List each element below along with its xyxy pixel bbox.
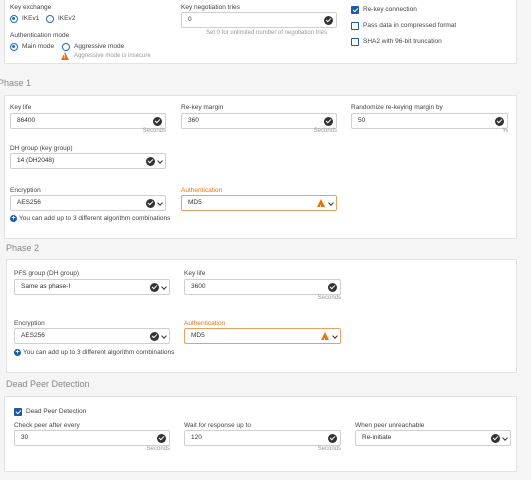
- chevron-down-icon: [502, 435, 508, 441]
- p1-authentication-label: Authentication: [181, 187, 223, 194]
- warning-icon: [61, 52, 69, 60]
- p1-rekey-margin-label: Re-key margin: [181, 104, 224, 111]
- rekey-connection-checkbox[interactable]: [351, 6, 359, 14]
- p1-encryption-select[interactable]: AES256: [10, 195, 166, 211]
- chevron-down-icon: [161, 284, 167, 290]
- p2-key-life-label: Key life: [184, 270, 206, 277]
- warning-icon: [321, 332, 329, 348]
- p1-randomize-value: 50: [358, 117, 366, 124]
- dpd-unreachable-label: When peer unreachable: [355, 422, 425, 429]
- p1-key-life-label: Key life: [10, 104, 32, 111]
- p2-authentication-value: MD5: [191, 332, 205, 339]
- p1-authentication-value: MD5: [188, 199, 202, 206]
- p1-rekey-margin-value: 360: [188, 117, 199, 124]
- p1-randomize-unit: %: [502, 128, 508, 134]
- p2-authentication-label: Authentication: [184, 320, 226, 327]
- check-icon: [328, 434, 337, 443]
- phase2-title: Phase 2: [6, 243, 40, 253]
- aggressive-mode-label: Aggressive mode: [74, 43, 125, 50]
- p1-randomize-label: Randomize re-keying margin by: [351, 104, 443, 111]
- auth-mode-label: Authentication mode: [10, 32, 70, 39]
- p1-encryption-value: AES256: [17, 199, 41, 206]
- p1-add-note: You can add up to 3 different algorithm …: [19, 215, 171, 222]
- aggressive-warning: Aggressive mode is insecure: [74, 53, 151, 59]
- p2-pfs-group-label: PFS group (DH group): [14, 270, 80, 277]
- dpd-check-peer-input[interactable]: 30: [14, 430, 170, 446]
- p1-encryption-label: Encryption: [10, 187, 41, 194]
- warning-icon: [317, 199, 325, 215]
- main-mode-label: Main mode: [22, 43, 55, 50]
- dpd-unreachable-select[interactable]: Re-initiate: [355, 430, 511, 446]
- main-mode-radio[interactable]: [10, 43, 18, 51]
- ikev2-radio[interactable]: [46, 15, 54, 23]
- p2-authentication-select[interactable]: MD5: [184, 328, 341, 348]
- ikev1-label: IKEv1: [22, 15, 40, 22]
- key-negotiation-label: Key negotiation tries: [181, 4, 240, 11]
- key-exchange-label: Key exchange: [10, 4, 52, 11]
- ikev2-label: IKEv2: [58, 15, 76, 22]
- dpd-check-peer-label: Check peer after every: [14, 422, 80, 429]
- p2-key-life-input[interactable]: 3600: [184, 279, 341, 295]
- key-negotiation-value: 0: [188, 16, 192, 23]
- p1-dh-group-select[interactable]: 14 (DH2048): [10, 153, 166, 169]
- check-icon: [491, 434, 500, 443]
- p2-key-life-value: 3600: [191, 283, 206, 290]
- rekey-connection-label: Re-key connection: [363, 6, 417, 13]
- key-negotiation-hint: Set 0 for unlimited number of negotiatio…: [206, 30, 328, 36]
- chevron-down-icon: [157, 158, 163, 164]
- p1-key-life-unit: Seconds: [142, 128, 166, 134]
- p1-authentication-select[interactable]: MD5: [181, 195, 337, 215]
- p2-encryption-select[interactable]: AES256: [14, 328, 170, 344]
- check-icon: [146, 157, 155, 166]
- p2-pfs-group-select[interactable]: Same as phase-I: [14, 279, 170, 295]
- p1-randomize-input[interactable]: 50: [351, 113, 508, 129]
- ikev1-radio[interactable]: [10, 15, 18, 23]
- p1-rekey-margin-input[interactable]: 360: [181, 113, 337, 129]
- dpd-wait-input[interactable]: 120: [184, 430, 341, 446]
- p1-key-life-value: 86400: [17, 117, 36, 124]
- dpd-wait-unit: Seconds: [317, 446, 341, 452]
- add-combination-icon[interactable]: +: [14, 349, 21, 356]
- chevron-down-icon: [157, 200, 163, 206]
- dpd-checkbox[interactable]: [14, 408, 22, 416]
- p1-key-life-input[interactable]: 86400: [10, 113, 166, 129]
- check-icon: [150, 283, 159, 292]
- chevron-down-icon: [332, 333, 338, 339]
- check-icon: [324, 16, 333, 25]
- p1-rekey-margin-unit: Seconds: [313, 128, 337, 134]
- dpd-check-peer-unit: Seconds: [146, 446, 170, 452]
- phase1-title: Phase 1: [0, 78, 32, 88]
- dpd-wait-label: Wait for response up to: [184, 422, 251, 429]
- check-icon: [153, 117, 162, 126]
- dpd-check-peer-value: 30: [21, 434, 29, 441]
- p2-encryption-value: AES256: [21, 332, 45, 339]
- aggressive-mode-radio[interactable]: [62, 43, 70, 51]
- check-icon: [495, 117, 504, 126]
- check-icon: [146, 199, 155, 208]
- p2-encryption-label: Encryption: [14, 320, 45, 327]
- check-icon: [157, 434, 166, 443]
- chevron-down-icon: [161, 333, 167, 339]
- key-negotiation-input[interactable]: 0: [181, 12, 337, 28]
- p1-dh-group-label: DH group (key group): [10, 145, 73, 152]
- add-combination-icon[interactable]: +: [10, 215, 17, 222]
- compressed-label: Pass data in compressed format: [363, 22, 457, 29]
- chevron-down-icon: [328, 200, 334, 206]
- sha2-checkbox[interactable]: [351, 38, 359, 46]
- p2-pfs-group-value: Same as phase-I: [21, 283, 71, 290]
- check-icon: [150, 332, 159, 341]
- sha2-label: SHA2 with 96-bit truncation: [363, 38, 442, 45]
- compressed-checkbox[interactable]: [351, 22, 359, 30]
- p2-key-life-unit: Seconds: [317, 295, 341, 301]
- dpd-checkbox-label: Dead Peer Detection: [26, 408, 87, 415]
- check-icon: [324, 117, 333, 126]
- dpd-title: Dead Peer Detection: [6, 379, 90, 389]
- dpd-wait-value: 120: [191, 434, 202, 441]
- dpd-unreachable-value: Re-initiate: [362, 434, 392, 441]
- check-icon: [328, 283, 337, 292]
- p2-add-note: You can add up to 3 different algorithm …: [23, 349, 175, 356]
- p1-dh-group-value: 14 (DH2048): [17, 157, 55, 164]
